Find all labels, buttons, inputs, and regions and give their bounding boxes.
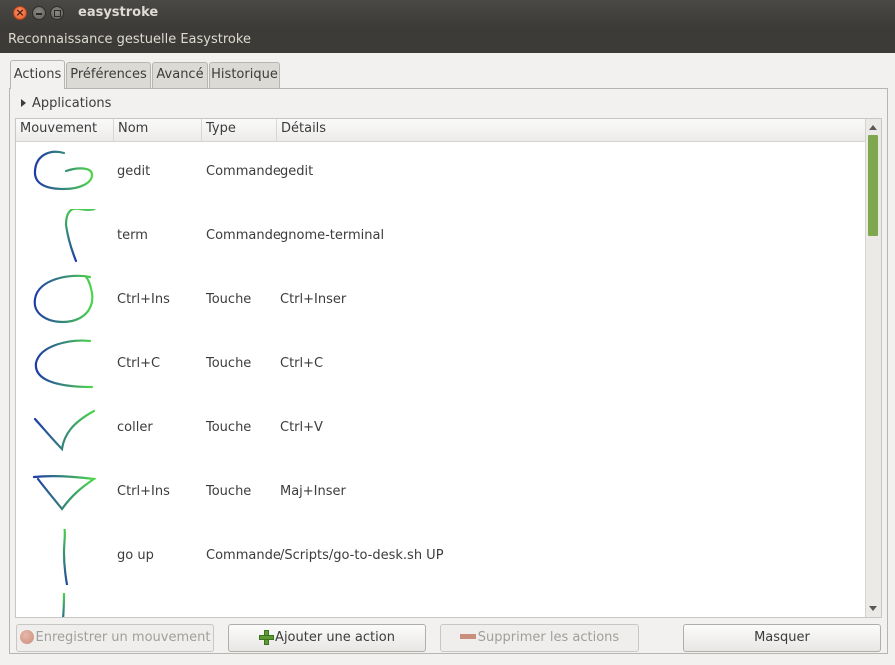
app-subtitle: Reconnaissance gestuelle Easystroke (8, 32, 251, 47)
table-row[interactable]: term Commande gnome-terminal (16, 205, 867, 269)
table-row[interactable]: Ctrl+Ins Touche Ctrl+Inser (16, 269, 867, 333)
table-row[interactable]: coller Touche Ctrl+V (16, 397, 867, 461)
stroke-t-icon (64, 209, 96, 263)
table-row[interactable]: go up Commande /Scripts/go-to-desk.sh UP (16, 525, 867, 589)
minus-icon (459, 634, 476, 639)
stroke-line-down-icon (62, 593, 66, 617)
tab-advanced[interactable]: Avancé (152, 62, 208, 88)
tab-preferences[interactable]: Préférences (66, 62, 151, 88)
row-name: Ctrl+Ins (117, 292, 170, 307)
row-type: Commande (206, 228, 281, 243)
record-stroke-button[interactable]: Enregistrer un mouvement (16, 624, 214, 652)
stroke-line-up-icon (62, 529, 69, 585)
minimize-window-button[interactable] (32, 6, 46, 20)
row-name: Ctrl+Ins (117, 484, 170, 499)
row-details: Ctrl+V (280, 420, 323, 435)
scroll-up-arrow-icon[interactable] (869, 125, 877, 130)
stroke-o-icon (33, 274, 94, 324)
table-row[interactable]: Ctrl+C Touche Ctrl+C (16, 333, 867, 397)
triangle-right-icon (21, 98, 26, 107)
stroke-triangle-icon (32, 475, 96, 511)
scrollbar-thumb[interactable] (868, 135, 878, 236)
column-header-name[interactable]: Nom (114, 119, 202, 141)
record-stroke-label: Enregistrer un mouvement (35, 630, 211, 645)
actions-panel: Applications Mouvement Nom Type Détails (9, 88, 888, 654)
row-name: term (117, 228, 148, 243)
row-name: Ctrl+C (117, 356, 161, 371)
close-icon: × (15, 6, 25, 19)
column-header-stroke[interactable]: Mouvement (16, 119, 114, 141)
app-header: Reconnaissance gestuelle Easystroke (0, 27, 895, 53)
table-row[interactable]: Ctrl+Ins Touche Maj+Inser (16, 461, 867, 525)
tab-history[interactable]: Historique (209, 62, 280, 88)
window-title: easystroke (78, 5, 159, 20)
tab-actions[interactable]: Actions (10, 60, 65, 89)
row-type: Commande (206, 548, 281, 563)
plus-icon (259, 629, 275, 645)
stroke-v-icon (33, 409, 96, 452)
row-details: Ctrl+Inser (280, 292, 347, 307)
window-titlebar[interactable]: × easystroke (0, 0, 895, 27)
table-body: gedit Commande gedit term Commande gnome… (16, 141, 867, 617)
row-type: Commande (206, 164, 281, 179)
button-bar: Enregistrer un mouvement Ajouter une act… (0, 623, 895, 663)
row-name: gedit (117, 164, 151, 179)
delete-actions-label: Supprimer les actions (477, 630, 620, 645)
row-type: Touche (206, 420, 252, 435)
table-row[interactable]: gedit Commande gedit (16, 141, 867, 205)
actions-table[interactable]: Mouvement Nom Type Détails gedit Command… (15, 118, 882, 618)
row-name: coller (117, 420, 153, 435)
row-details: Maj+Inser (280, 484, 346, 499)
add-action-button[interactable]: Ajouter une action (228, 624, 426, 652)
vertical-scrollbar[interactable] (865, 119, 881, 617)
applications-expander[interactable]: Applications (21, 96, 111, 111)
row-details: gedit (280, 164, 314, 179)
stroke-g-icon (33, 150, 94, 191)
add-action-label: Ajouter une action (275, 630, 395, 645)
row-details: gnome-terminal (280, 228, 385, 243)
row-type: Touche (206, 356, 252, 371)
row-name: go up (117, 548, 154, 563)
table-row[interactable] (16, 589, 867, 617)
row-details: /Scripts/go-to-desk.sh UP (280, 548, 444, 563)
close-window-button[interactable]: × (13, 6, 27, 20)
row-details: Ctrl+C (280, 356, 324, 371)
row-type: Touche (206, 484, 252, 499)
delete-actions-button[interactable]: Supprimer les actions (440, 624, 639, 652)
record-icon (19, 629, 34, 644)
maximize-window-button[interactable] (50, 6, 64, 20)
table-header: Mouvement Nom Type Détails (16, 119, 867, 142)
applications-expander-label: Applications (32, 96, 112, 111)
stroke-c-icon (34, 339, 94, 389)
column-header-details[interactable]: Détails (277, 119, 867, 141)
column-header-type[interactable]: Type (202, 119, 277, 141)
scroll-down-arrow-icon[interactable] (869, 606, 877, 611)
hide-button[interactable]: Masquer (683, 624, 881, 652)
main-panel: Actions Préférences Avancé Historique Ap… (0, 53, 895, 665)
row-type: Touche (206, 292, 252, 307)
